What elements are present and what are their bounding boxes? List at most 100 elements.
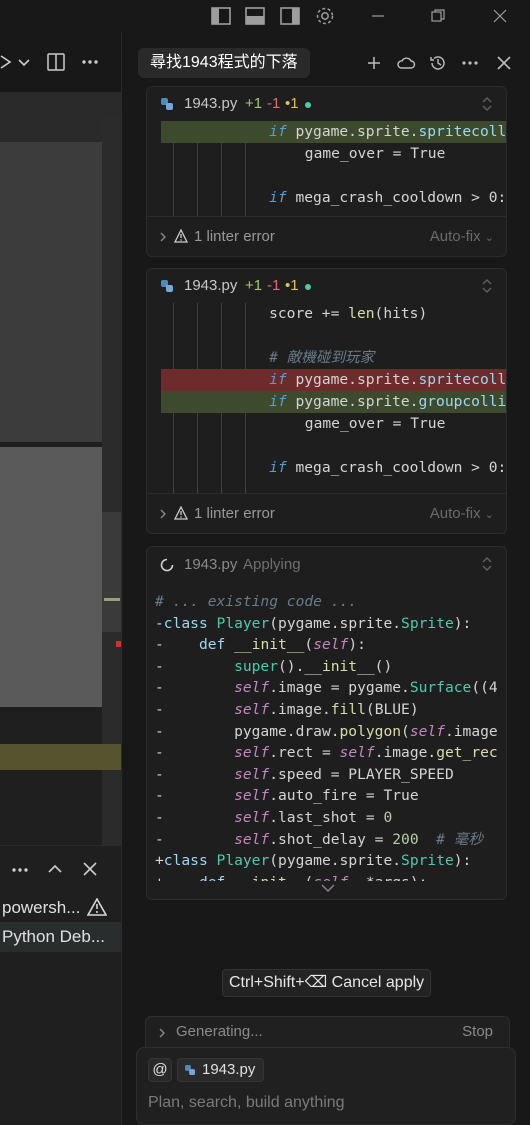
diff-line: - self.image = pygame.Surface((4 — [155, 677, 500, 699]
code-token: - — [155, 614, 164, 632]
diff-card-header[interactable]: 1943.py +1 -1 •1 — [147, 269, 506, 303]
restore-icon[interactable] — [426, 4, 450, 28]
python-file-icon — [185, 1065, 195, 1075]
code-token: - — [155, 765, 235, 783]
close-window-icon[interactable] — [488, 4, 512, 28]
settings-gear-icon[interactable] — [313, 4, 337, 28]
terminal-item-python-debug[interactable]: Python Deb... — [0, 922, 121, 951]
code-token: score += — [269, 305, 349, 322]
code-token: Player — [216, 852, 270, 870]
expand-collapse-icon[interactable] — [480, 556, 494, 572]
code-token: if — [269, 371, 287, 388]
diff-added-count: +1 — [245, 95, 263, 112]
chevron-down-icon[interactable] — [320, 883, 336, 893]
scrollbar-thumb[interactable] — [102, 512, 121, 632]
code-token: (pygame.sprite. — [269, 852, 402, 870]
code-token: get_rec — [436, 744, 498, 762]
code-token: self — [339, 744, 375, 762]
code-token: self — [234, 809, 270, 826]
close-icon[interactable] — [81, 860, 99, 878]
minimize-icon[interactable] — [366, 4, 390, 28]
code-token: 200 — [392, 830, 419, 848]
warning-icon — [174, 506, 188, 520]
linter-error-label[interactable]: 1 linter error — [194, 217, 275, 256]
status-dot — [305, 102, 311, 108]
code-line: game_over = True — [161, 413, 506, 435]
code-token: if — [269, 123, 287, 140]
auto-fix-button[interactable]: Auto-fix ⌄ — [429, 217, 494, 256]
linter-error-label[interactable]: 1 linter error — [194, 494, 275, 533]
linter-footer: 1 linter error Auto-fix ⌄ — [147, 216, 506, 256]
chevron-right-icon[interactable] — [158, 1027, 166, 1039]
editor-preview-area — [0, 447, 102, 707]
applying-card: 1943.py Applying # ... existing code ...… — [146, 546, 507, 900]
code-token: self — [313, 874, 348, 881]
code-token: self — [234, 744, 270, 762]
chevron-up-icon[interactable] — [46, 860, 64, 878]
loading-spinner-icon — [160, 558, 174, 572]
code-token: if — [269, 393, 287, 410]
code-token: ( — [401, 722, 410, 740]
diff-line: - self.auto_fire = True — [155, 785, 500, 807]
linter-footer: 1 linter error Auto-fix ⌄ — [147, 493, 506, 533]
more-icon[interactable] — [10, 862, 30, 878]
code-token: class — [163, 614, 208, 632]
more-icon[interactable] — [459, 52, 481, 74]
toggle-panel-icon[interactable] — [243, 4, 267, 28]
code-token: .image. — [269, 701, 331, 718]
history-icon[interactable] — [427, 52, 449, 74]
diff-modified-count: •1 — [285, 95, 299, 112]
chat-input-placeholder[interactable]: Plan, search, build anything — [148, 1094, 345, 1112]
code-token: ): — [348, 636, 366, 654]
toggle-secondary-sidebar-icon[interactable] — [278, 4, 302, 28]
code-token: mega_crash_cooldown > 0: — [286, 189, 506, 206]
code-token: self — [313, 636, 349, 654]
code-token: ( — [304, 874, 313, 881]
code-token: - — [155, 830, 235, 848]
diff-line: - self.shot_delay = 200 # 毫秒 — [155, 829, 500, 851]
scrollbar[interactable] — [102, 116, 121, 846]
stop-button[interactable]: Stop — [462, 1017, 493, 1047]
applying-card-header[interactable]: 1943.py Applying — [147, 547, 506, 583]
auto-fix-label: Auto-fix — [429, 228, 481, 245]
chevron-down-icon[interactable] — [17, 54, 31, 70]
split-editor-icon[interactable] — [46, 52, 66, 72]
close-icon[interactable] — [493, 52, 515, 74]
chat-input-box[interactable]: @ 1943.py Plan, search, build anything — [136, 1047, 516, 1125]
diff-card-header[interactable]: 1943.py +1 -1 •1 — [147, 87, 506, 121]
diff-line: - super().__init__() — [155, 656, 500, 678]
cloud-icon[interactable] — [395, 52, 417, 74]
run-icon[interactable] — [0, 52, 12, 72]
mention-button[interactable]: @ — [148, 1058, 172, 1082]
expand-collapse-icon[interactable] — [480, 96, 494, 112]
code-token: if — [269, 189, 287, 206]
context-file-chip[interactable]: 1943.py — [177, 1058, 265, 1082]
more-icon[interactable] — [80, 52, 100, 72]
code-token: self — [409, 722, 445, 740]
chevron-right-icon[interactable] — [159, 231, 167, 243]
code-token: + — [155, 874, 199, 881]
code-token: # ... existing code ... — [155, 593, 358, 610]
expand-collapse-icon[interactable] — [480, 278, 494, 294]
code-token: spritecoll — [418, 123, 506, 140]
cancel-apply-button[interactable]: Ctrl+Shift+⌫ Cancel apply — [222, 969, 432, 997]
code-token: - — [155, 636, 199, 654]
new-chat-icon[interactable] — [363, 52, 385, 74]
code-token: self — [234, 830, 270, 848]
context-file-name: 1943.py — [202, 1061, 256, 1078]
python-file-icon — [161, 98, 173, 110]
code-token: .image — [444, 722, 498, 740]
code-token: (hits) — [374, 305, 428, 322]
diff-modified-count: •1 — [285, 277, 299, 294]
code-token: .rect = — [269, 744, 340, 762]
chevron-right-icon[interactable] — [159, 508, 167, 520]
chat-title-tab[interactable]: 尋找1943程式的下落 — [138, 48, 310, 78]
code-token: game_over = True — [304, 145, 446, 162]
code-token: 0 — [383, 809, 393, 826]
auto-fix-button[interactable]: Auto-fix ⌄ — [430, 494, 494, 533]
toggle-primary-sidebar-icon[interactable] — [209, 4, 233, 28]
code-token: groupcolli — [418, 393, 506, 410]
